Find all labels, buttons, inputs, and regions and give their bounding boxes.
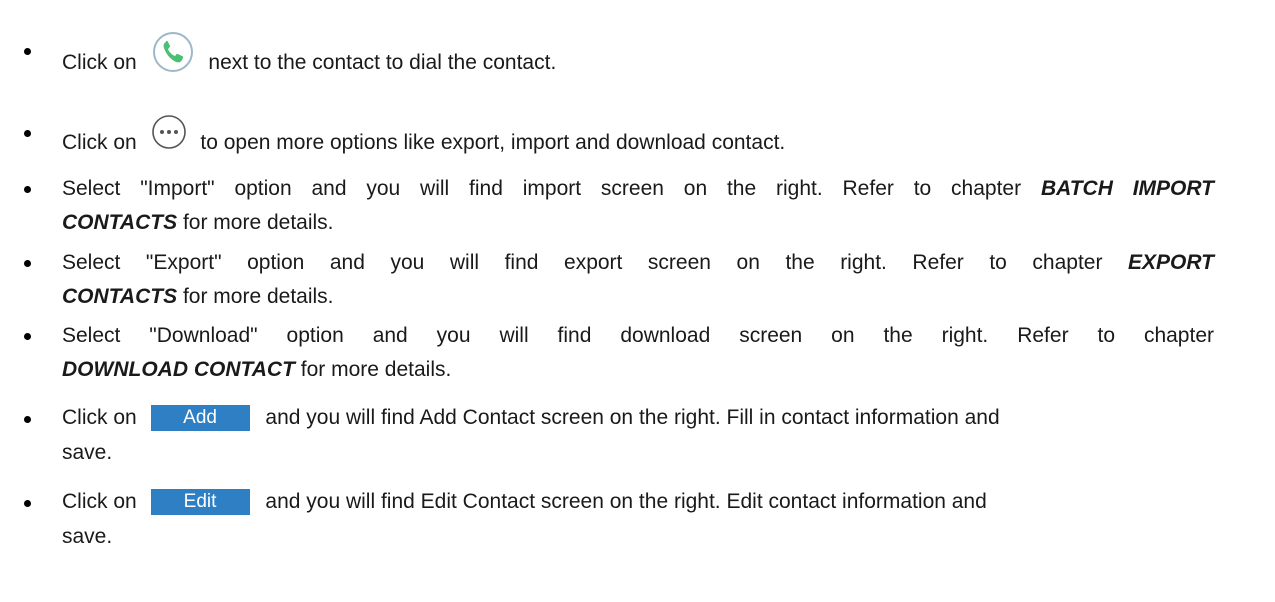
chapter-reference: CONTACTS: [62, 285, 178, 308]
bullet-text: to open more options like export, import…: [200, 131, 786, 155]
bullet-text: Click on: [62, 490, 137, 513]
bullet-dot: [24, 260, 31, 267]
phone-icon: [151, 30, 195, 81]
bullet-dot: [24, 186, 31, 193]
chapter-reference: DOWNLOAD CONTACT: [62, 358, 295, 381]
bullet-text: save.: [62, 525, 113, 548]
add-button[interactable]: Add: [150, 405, 250, 432]
bullet-text: for more details.: [294, 358, 452, 381]
bullet-text: Click on: [62, 406, 137, 429]
bullet-text: Click on: [62, 51, 137, 75]
bullet-dot: [24, 333, 31, 340]
more-options-icon: [149, 112, 189, 159]
bullet-text: save.: [62, 441, 113, 464]
bullet-dot: [24, 500, 31, 507]
bullet-text: for more details.: [177, 285, 334, 308]
bullet-dot: [24, 48, 31, 55]
bullet-text: and you will find Edit Contact screen on…: [265, 490, 987, 513]
bullet-text: Click on: [62, 131, 137, 155]
bullet-text: Select "Export" option and you will find…: [62, 251, 1103, 274]
chapter-reference: BATCH IMPORT: [1040, 177, 1214, 200]
bullet-text: for more details.: [177, 211, 334, 234]
bullet-dot: [24, 130, 31, 137]
chapter-reference: EXPORT: [1128, 251, 1214, 274]
bullet-text: and you will find Add Contact screen on …: [265, 406, 1000, 429]
bullet-dot: [24, 416, 31, 423]
bullet-text: Select "Download" option and you will fi…: [62, 324, 1214, 347]
bullet-text: Select "Import" option and you will find…: [62, 177, 1022, 200]
bullet-text: next to the contact to dial the contact.: [208, 51, 557, 75]
edit-button[interactable]: Edit: [150, 489, 250, 516]
chapter-reference: CONTACTS: [62, 211, 178, 234]
